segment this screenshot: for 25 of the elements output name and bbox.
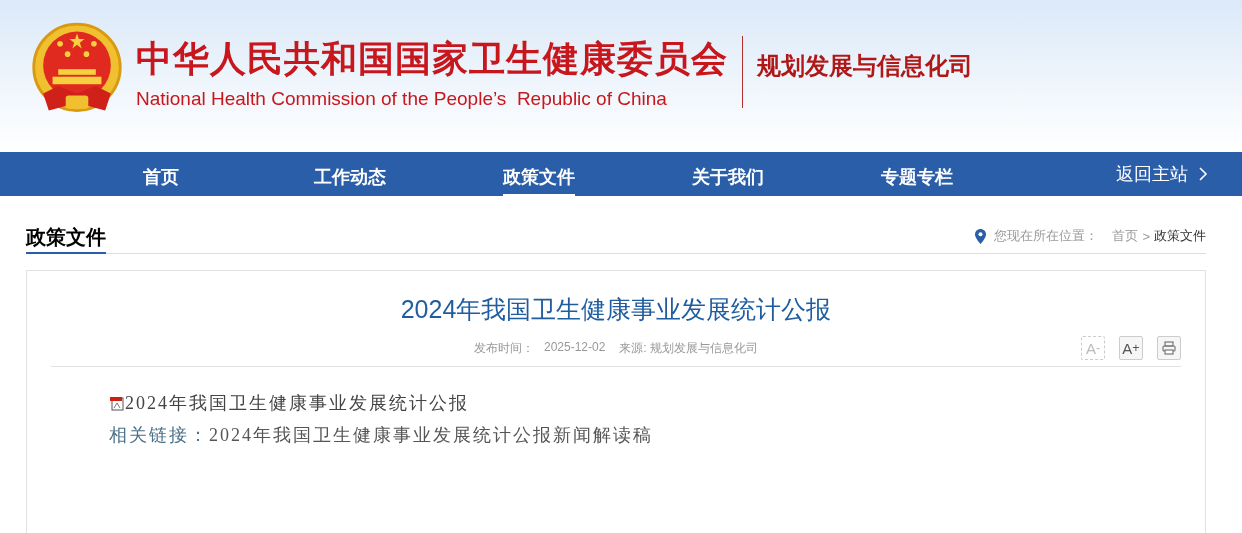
printer-icon	[1162, 341, 1176, 355]
nav-tab[interactable]: 首页	[142, 156, 179, 196]
nav-tab[interactable]: 工作动态	[313, 156, 386, 196]
article-title: 2024年我国卫生健康事业发展统计公报	[399, 294, 833, 325]
breadcrumb-label: 您现在所在位置：	[994, 227, 1099, 245]
department-name: 规划发展与信息化司	[757, 51, 973, 81]
date-label: 发布时间：	[473, 340, 534, 357]
related-link[interactable]: 2024年我国卫生健康事业发展统计公报新闻解读稿	[209, 423, 653, 447]
site-subtitle: National Health Commission of the People’s Republic of China	[136, 87, 668, 110]
location-pin-icon	[975, 228, 987, 244]
article-source: 来源: 规划发展与信息化司	[619, 340, 759, 357]
publish-date: 2025-12-02	[543, 340, 606, 356]
nav-tab[interactable]: 关于我们	[691, 156, 764, 196]
pdf-file-icon	[109, 395, 125, 411]
attachment-link[interactable]: 2024年我国卫生健康事业发展统计公报	[125, 391, 469, 415]
breadcrumb-link[interactable]: 政策文件	[1154, 227, 1206, 245]
print-button[interactable]	[1157, 336, 1181, 360]
related-links-label: 相关链接：	[109, 424, 209, 447]
section-title: 政策文件	[26, 224, 106, 254]
nav-tab[interactable]: 专题专栏	[880, 156, 953, 196]
site-title: 中华人民共和国国家卫生健康委员会	[136, 36, 728, 81]
chevron-right-icon	[1198, 167, 1208, 181]
back-link[interactable]: 返回主站	[1116, 162, 1208, 186]
nav-tab[interactable]: 政策文件	[502, 156, 575, 196]
breadcrumb-separator: >	[1142, 228, 1150, 244]
